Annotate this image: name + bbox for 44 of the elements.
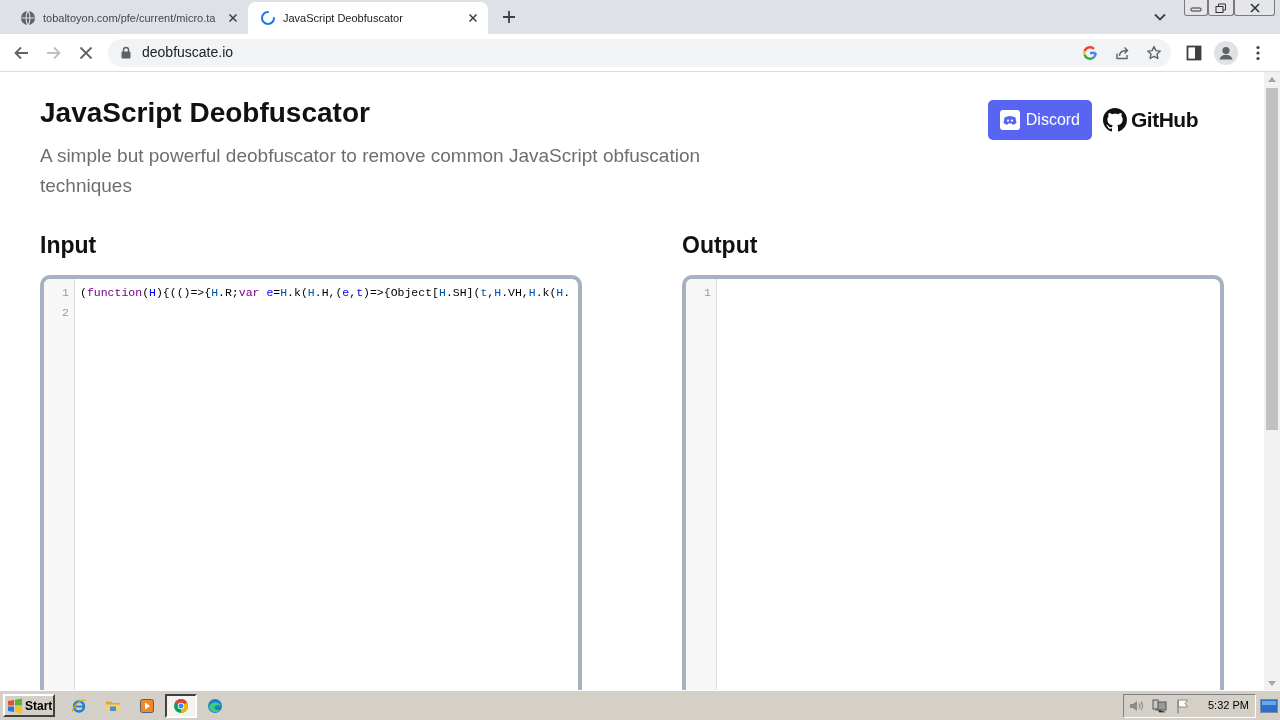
swirl-logo-icon[interactable] xyxy=(207,697,223,714)
panel-heading: Input xyxy=(40,231,98,259)
g-logo-icon[interactable] xyxy=(1082,44,1098,61)
start-button[interactable]: Start xyxy=(3,694,55,717)
four-color-flag-icon xyxy=(7,697,23,714)
back-arrow-icon[interactable] xyxy=(13,44,29,61)
share-icon[interactable] xyxy=(1114,44,1130,61)
code-line: (function(H){(()=>{H.R;var e=H.k(H.H,(e,t)=>{Object[H.SH](t,H.VH,H.k(H. xyxy=(80,285,571,301)
line-number: 1 xyxy=(62,285,69,301)
scrollbar[interactable] xyxy=(1264,72,1280,690)
chevron-down-icon[interactable] xyxy=(1154,13,1166,21)
close-icon[interactable] xyxy=(1248,2,1261,13)
scrollbar-thumb[interactable] xyxy=(1266,88,1278,430)
star-icon[interactable] xyxy=(1146,44,1162,61)
line-number: 1 xyxy=(704,285,711,301)
stop-x-icon[interactable] xyxy=(78,44,94,61)
plus-icon[interactable] xyxy=(502,10,516,24)
restore-icon[interactable] xyxy=(1215,2,1227,13)
browser-tab[interactable]: JavaScript Deobfuscator xyxy=(248,2,488,34)
chat-bubble-icon xyxy=(999,110,1020,130)
network-computers-icon[interactable] xyxy=(1152,697,1168,714)
browser-tab[interactable]: tobaltoyon.com/pfe/current/micro.ta xyxy=(8,2,248,34)
page-title: JavaScript Deobfuscator xyxy=(40,96,371,130)
ring-logo-icon[interactable] xyxy=(173,697,189,714)
discord-button[interactable]: Discord xyxy=(987,100,1092,140)
cat-logo-icon xyxy=(1103,108,1127,132)
side-panel-icon[interactable] xyxy=(1186,44,1202,61)
play-icon[interactable] xyxy=(139,697,155,714)
profile-avatar-icon[interactable] xyxy=(1214,40,1238,65)
line-number: 2 xyxy=(62,305,69,321)
e-logo-icon[interactable] xyxy=(71,697,87,714)
code-editor[interactable]: 1 2 (function(H){(()=>{H.R;var e=H.k(H.H,(e,t)=>{Object[H.SH](t,H.VH,H.k(H. xyxy=(40,275,582,690)
close-icon[interactable] xyxy=(468,13,478,23)
clock-text: 5:32 PM xyxy=(1208,698,1249,714)
show-desktop-icon[interactable] xyxy=(1260,697,1278,714)
panel-heading: Output xyxy=(682,231,759,259)
flag-icon[interactable] xyxy=(1175,697,1191,714)
close-icon[interactable] xyxy=(228,13,238,23)
page-subtitle: A simple but powerful deobfuscator to remove common JavaScript obfuscation techniques xyxy=(40,144,702,198)
lock-icon[interactable] xyxy=(121,46,131,59)
github-link[interactable]: GitHub xyxy=(1103,104,1198,136)
taskbar-button[interactable] xyxy=(165,693,197,718)
address-field[interactable]: deobfuscate.io xyxy=(108,38,1171,67)
menu-icon[interactable] xyxy=(1256,44,1260,61)
